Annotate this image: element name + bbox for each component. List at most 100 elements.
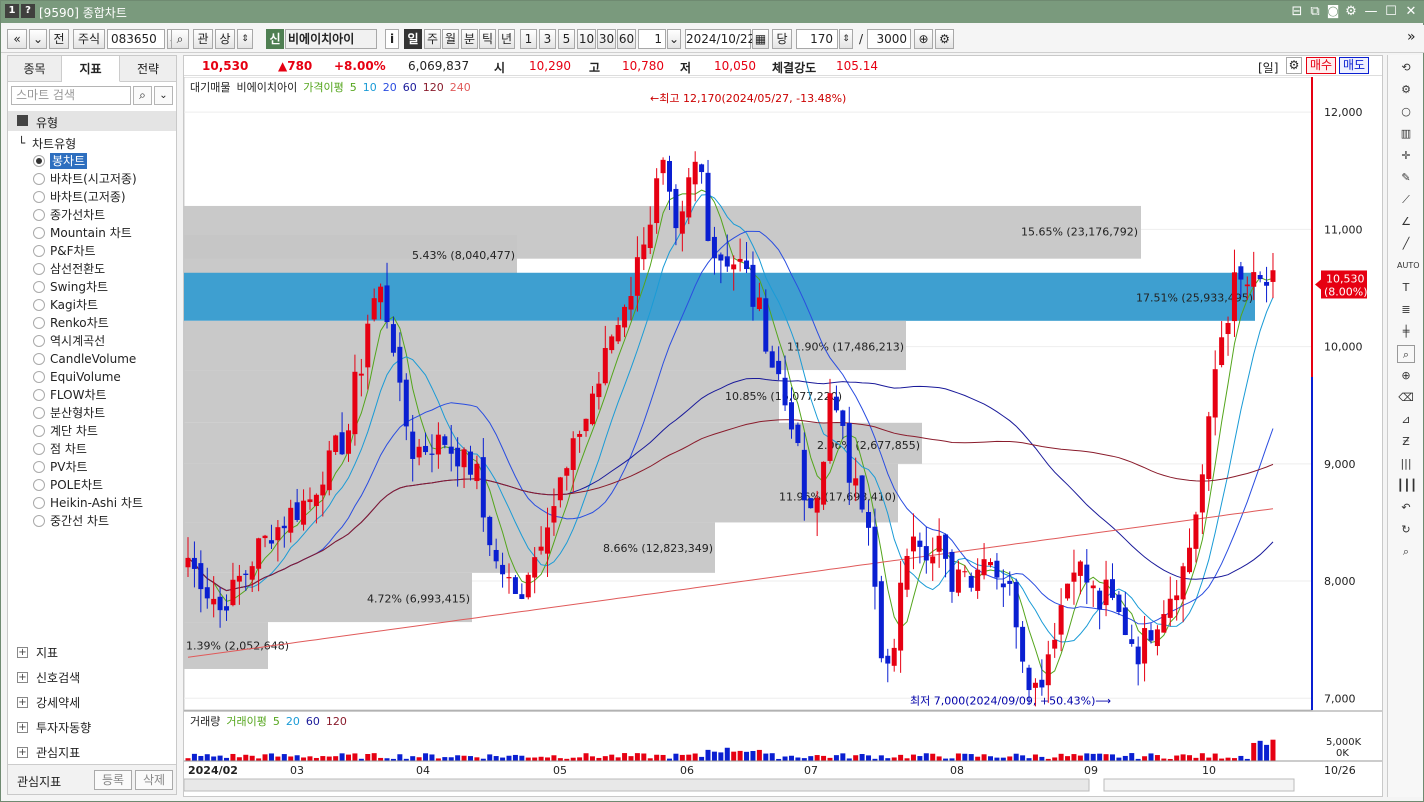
collapse-icon[interactable]: ⌄ — [154, 86, 173, 105]
chart-type-radio[interactable] — [33, 335, 45, 347]
register-button[interactable]: 등록 — [94, 770, 132, 790]
pencil-icon[interactable]: ✎ — [1397, 169, 1415, 187]
candle-icon[interactable]: ╪ — [1397, 323, 1415, 341]
period-day[interactable]: 일 — [404, 29, 422, 49]
chart-type-radio[interactable] — [33, 281, 45, 293]
fib-icon[interactable]: ≣ — [1397, 301, 1415, 319]
chart-type-item[interactable]: 종가선차트 — [50, 207, 105, 223]
expand-icon[interactable]: + — [17, 747, 28, 758]
gear-icon[interactable]: ⚙ — [1397, 81, 1415, 99]
settings-icon[interactable]: ⚙ — [1343, 4, 1359, 20]
tab-stocks[interactable]: 종목 — [8, 56, 62, 82]
smart-search-input[interactable]: 스마트 검색 — [11, 86, 131, 105]
interval-3[interactable]: 3 — [539, 29, 556, 49]
chart-type-radio[interactable] — [33, 515, 45, 527]
chart-type-item[interactable]: 역시계곡선 — [50, 333, 105, 349]
chart-type-radio[interactable] — [33, 425, 45, 437]
measure-icon[interactable]: ⊿ — [1397, 411, 1415, 429]
bars-icon[interactable]: ||| — [1397, 455, 1415, 473]
search-icon[interactable]: ⌕ — [133, 86, 152, 105]
zigzag-icon[interactable]: Ƶ — [1397, 433, 1415, 451]
search-icon[interactable]: ⌕ — [1397, 543, 1415, 561]
section-item[interactable]: 투자자동향 — [36, 719, 91, 736]
chart-type-radio[interactable] — [33, 389, 45, 401]
count-input[interactable]: 170 — [796, 29, 838, 49]
line-icon[interactable]: ╱ — [1397, 235, 1415, 253]
chart-type-item[interactable]: 분산형차트 — [50, 405, 105, 421]
date-input[interactable]: 2024/10/22 — [685, 29, 755, 49]
section-item[interactable]: 강세약세 — [36, 694, 80, 711]
erase-icon[interactable]: ⌫ — [1397, 389, 1415, 407]
auto-icon[interactable]: AUTO — [1397, 257, 1420, 275]
scroll-controls[interactable] — [1103, 778, 1295, 792]
interval-1[interactable]: 1 — [520, 29, 537, 49]
chart-type-radio[interactable] — [33, 299, 45, 311]
stock-code-input[interactable]: 083650 — [107, 29, 165, 49]
legend-item[interactable]: 120 — [423, 81, 444, 94]
minimize-icon[interactable]: — — [1363, 4, 1379, 20]
chart-type-radio[interactable] — [33, 371, 45, 383]
legend-item[interactable]: 비에이치아이 — [236, 81, 297, 94]
chart-settings-icon[interactable]: ⚙ — [935, 29, 954, 49]
chart-type-radio[interactable] — [33, 443, 45, 455]
chart-type-item[interactable]: P&F차트 — [50, 243, 96, 259]
legend-item[interactable]: 10 — [363, 81, 377, 94]
tab-strategy[interactable]: 전략 — [120, 56, 176, 82]
volume-legend-item[interactable]: 거래량 — [190, 715, 220, 728]
camera-icon[interactable]: ◙ — [1325, 4, 1341, 20]
chart-type-item[interactable]: 바차트(시고저종) — [50, 171, 137, 187]
chart-type-radio[interactable] — [33, 173, 45, 185]
legend-item[interactable]: 5 — [350, 81, 357, 94]
chart-type-item[interactable]: Swing차트 — [50, 279, 108, 295]
chart-type-radio[interactable] — [33, 209, 45, 221]
interval-10[interactable]: 10 — [577, 29, 596, 49]
chart-icon[interactable]: ▥ — [1397, 125, 1415, 143]
chart-type-radio[interactable] — [33, 155, 45, 167]
chart-type-radio[interactable] — [33, 497, 45, 509]
redo-icon[interactable]: ↻ — [1397, 521, 1415, 539]
angle-line-icon[interactable]: ∠ — [1397, 213, 1415, 231]
asset-type-select[interactable]: 주식 — [73, 29, 105, 49]
info-button[interactable]: i — [385, 29, 399, 49]
chart-type-group[interactable]: 차트유형 — [32, 135, 76, 152]
chart-type-item[interactable]: 삼선전환도 — [50, 261, 105, 277]
horizontal-scrollbar[interactable] — [184, 778, 1090, 792]
price-chart[interactable]: 12,000 11,000 10,000 9,000 8,000 7,000 15.65% … — [184, 77, 1382, 797]
volume-legend-item[interactable]: 120 — [326, 715, 347, 728]
maximize-icon[interactable]: ☐ — [1383, 4, 1399, 20]
close-icon[interactable]: ✕ — [1403, 4, 1419, 20]
chart-gear-icon[interactable]: ⚙ — [1286, 57, 1302, 74]
chart-type-radio[interactable] — [33, 191, 45, 203]
legend-item[interactable]: 60 — [403, 81, 417, 94]
volume-legend-item[interactable]: 5 — [273, 715, 280, 728]
chart-type-radio[interactable] — [33, 245, 45, 257]
expand-icon[interactable]: + — [17, 672, 28, 683]
period-tick[interactable]: 틱 — [479, 29, 496, 49]
prev-stock-button[interactable]: « — [7, 29, 27, 49]
market-button[interactable]: 전 — [49, 29, 69, 49]
expand-icon[interactable]: + — [17, 697, 28, 708]
chart-type-item[interactable]: POLE차트 — [50, 477, 103, 493]
interval-60[interactable]: 60 — [617, 29, 636, 49]
section-item[interactable]: 지표 — [36, 644, 58, 661]
chart-type-item[interactable]: PV차트 — [50, 459, 88, 475]
chart-type-item[interactable]: 계단 차트 — [50, 423, 98, 439]
help-button[interactable]: ? — [21, 4, 35, 18]
chart-type-radio[interactable] — [33, 263, 45, 275]
chart-type-item[interactable]: 중간선 차트 — [50, 513, 109, 529]
spin-icon[interactable]: ⇕ — [237, 29, 253, 49]
interval-5[interactable]: 5 — [558, 29, 575, 49]
chart-type-item[interactable]: EquiVolume — [50, 369, 121, 385]
undo-icon[interactable]: ↶ — [1397, 499, 1415, 517]
cross-icon[interactable]: ✛ — [1397, 147, 1415, 165]
chart-type-item[interactable]: Renko차트 — [50, 315, 109, 331]
buy-button[interactable]: 매수 — [1306, 57, 1336, 74]
chart-type-item[interactable]: Mountain 차트 — [50, 225, 132, 241]
period-minute[interactable]: 분 — [461, 29, 478, 49]
chart-type-item[interactable]: 점 차트 — [50, 441, 87, 457]
interval-30[interactable]: 30 — [597, 29, 616, 49]
zoom-plus-icon[interactable]: ⊕ — [914, 29, 933, 49]
expand-icon[interactable]: » — [1407, 29, 1416, 45]
volume-legend-item[interactable]: 20 — [286, 715, 300, 728]
chart-type-radio[interactable] — [33, 479, 45, 491]
